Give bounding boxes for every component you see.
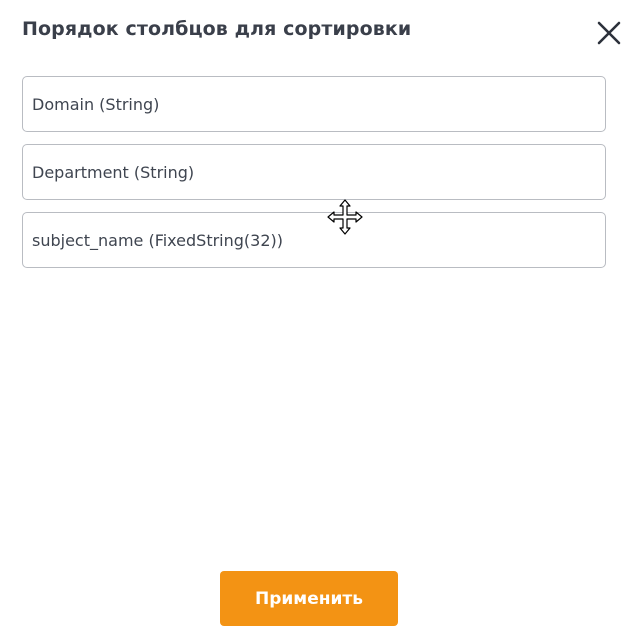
sort-column-item-department[interactable]: Department (String) [22, 144, 606, 200]
dialog-title: Порядок столбцов для сортировки [22, 18, 412, 40]
sort-order-dialog: Порядок столбцов для сортировки Domain (… [0, 0, 644, 643]
close-icon [597, 21, 621, 45]
sort-column-item-subject-name[interactable]: subject_name (FixedString(32)) [22, 212, 606, 268]
sort-column-list: Domain (String) Department (String) subj… [22, 76, 606, 280]
apply-button[interactable]: Применить [220, 571, 398, 626]
close-button[interactable] [594, 18, 624, 48]
sort-column-item-domain[interactable]: Domain (String) [22, 76, 606, 132]
